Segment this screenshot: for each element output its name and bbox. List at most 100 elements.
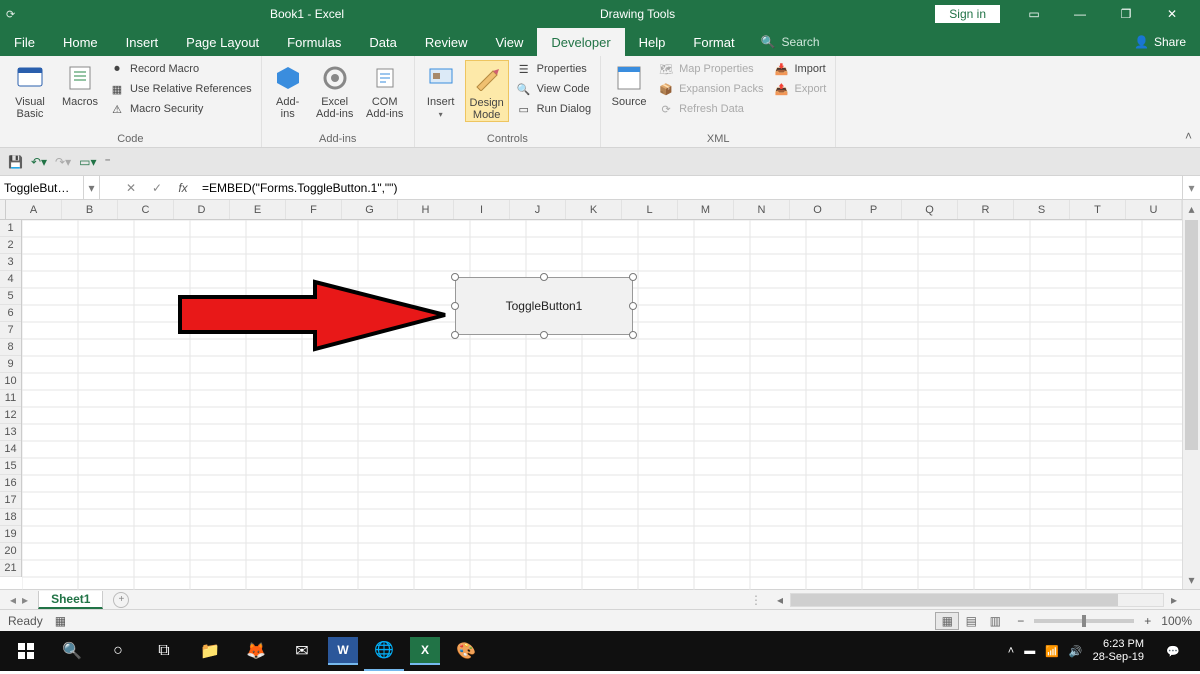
tab-data[interactable]: Data [355,28,410,56]
touch-mode-icon[interactable]: ▭▾ [79,155,96,169]
row-header-14[interactable]: 14 [0,441,21,458]
column-header-O[interactable]: O [790,200,846,219]
collapse-ribbon-button[interactable]: ˄ [1185,129,1192,143]
togglebutton-object[interactable]: ToggleButton1 [452,274,636,338]
horizontal-scrollbar[interactable]: ⋮ ◂ ▸ [750,590,1200,609]
row-header-1[interactable]: 1 [0,220,21,237]
column-header-A[interactable]: A [6,200,62,219]
worksheet-grid[interactable]: ABCDEFGHIJKLMNOPQRSTU 123456789101112131… [0,200,1200,589]
taskbar-search-icon[interactable]: 🔍 [52,631,92,671]
row-header-11[interactable]: 11 [0,390,21,407]
xml-import-button[interactable]: 📥Import [770,60,829,78]
tray-clock[interactable]: 6:23 PM 28-Sep-19 [1093,638,1144,664]
column-header-T[interactable]: T [1070,200,1126,219]
tab-nav-last[interactable]: ▸ [22,593,28,607]
restore-button[interactable]: ❐ [1104,0,1148,28]
column-header-J[interactable]: J [510,200,566,219]
row-header-3[interactable]: 3 [0,254,21,271]
name-box[interactable]: ToggleBut… [0,176,84,199]
chrome-icon[interactable]: 🌐 [364,631,404,671]
addins-button[interactable]: Add- ins [268,60,308,120]
excel-taskbar-icon[interactable]: X [410,637,440,665]
com-addins-button[interactable]: COM Add-ins [362,60,408,120]
handle-n[interactable] [540,273,548,281]
zoom-level[interactable]: 100% [1161,614,1192,628]
macro-security-button[interactable]: ⚠Macro Security [106,100,255,118]
xml-source-button[interactable]: Source [607,60,651,108]
page-break-view-button[interactable]: ▥ [983,612,1007,630]
normal-view-button[interactable]: ▦ [935,612,959,630]
row-header-21[interactable]: 21 [0,560,21,577]
column-header-M[interactable]: M [678,200,734,219]
togglebutton-face[interactable]: ToggleButton1 [455,277,633,335]
run-dialog-button[interactable]: ▭Run Dialog [513,100,594,118]
name-box-dropdown[interactable]: ▾ [84,176,100,199]
new-sheet-button[interactable]: + [113,592,129,608]
row-header-18[interactable]: 18 [0,509,21,526]
row-header-16[interactable]: 16 [0,475,21,492]
row-header-15[interactable]: 15 [0,458,21,475]
tab-developer[interactable]: Developer [537,28,624,56]
column-header-R[interactable]: R [958,200,1014,219]
task-view-icon[interactable]: ⧉ [144,631,184,671]
tell-me-search[interactable]: 🔍 Search [749,28,832,56]
handle-se[interactable] [629,331,637,339]
save-icon[interactable]: 💾 [8,155,23,169]
cortana-icon[interactable]: ○ [98,631,138,671]
column-header-Q[interactable]: Q [902,200,958,219]
tab-view[interactable]: View [481,28,537,56]
battery-icon[interactable]: ▬ [1024,645,1035,657]
row-header-9[interactable]: 9 [0,356,21,373]
formula-input[interactable]: =EMBED("Forms.ToggleButton.1","") [196,176,1182,199]
action-center-icon[interactable]: 💬 [1154,633,1192,669]
row-header-2[interactable]: 2 [0,237,21,254]
column-header-B[interactable]: B [62,200,118,219]
tab-file[interactable]: File [0,28,49,56]
column-header-H[interactable]: H [398,200,454,219]
horizontal-scroll-thumb[interactable] [791,594,1118,606]
enter-formula-button[interactable]: ✓ [144,176,170,199]
tab-review[interactable]: Review [411,28,482,56]
design-mode-button[interactable]: Design Mode [465,60,509,122]
scroll-down-button[interactable]: ▾ [1183,571,1200,589]
autosave-icon[interactable]: ⟳ [6,8,15,21]
minimize-button[interactable]: — [1058,0,1102,28]
close-button[interactable]: ✕ [1150,0,1194,28]
tab-insert[interactable]: Insert [112,28,173,56]
row-header-17[interactable]: 17 [0,492,21,509]
row-header-13[interactable]: 13 [0,424,21,441]
scroll-left-button[interactable]: ◂ [772,592,788,608]
tray-chevron-icon[interactable]: ˄ [1008,645,1014,657]
handle-e[interactable] [629,302,637,310]
volume-icon[interactable]: 🔊 [1069,645,1083,658]
row-header-5[interactable]: 5 [0,288,21,305]
row-header-10[interactable]: 10 [0,373,21,390]
row-header-12[interactable]: 12 [0,407,21,424]
column-header-E[interactable]: E [230,200,286,219]
file-explorer-icon[interactable]: 📁 [190,631,230,671]
macro-recorder-icon[interactable]: ▦ [55,614,66,628]
tab-format[interactable]: Format [679,28,748,56]
handle-s[interactable] [540,331,548,339]
column-header-P[interactable]: P [846,200,902,219]
expand-formula-bar-button[interactable]: ▾ [1182,176,1200,199]
column-header-K[interactable]: K [566,200,622,219]
column-header-N[interactable]: N [734,200,790,219]
row-header-20[interactable]: 20 [0,543,21,560]
row-header-4[interactable]: 4 [0,271,21,288]
handle-ne[interactable] [629,273,637,281]
word-icon[interactable]: W [328,637,358,665]
tab-help[interactable]: Help [625,28,680,56]
vertical-scroll-thumb[interactable] [1185,220,1198,450]
wifi-icon[interactable]: 📶 [1045,645,1059,658]
column-header-U[interactable]: U [1126,200,1182,219]
visual-basic-button[interactable]: Visual Basic [6,60,54,120]
column-header-S[interactable]: S [1014,200,1070,219]
xml-export-button[interactable]: 📤Export [770,80,829,98]
macros-button[interactable]: Macros [58,60,102,108]
tab-formulas[interactable]: Formulas [273,28,355,56]
scroll-right-button[interactable]: ▸ [1166,592,1182,608]
page-layout-view-button[interactable]: ▤ [959,612,983,630]
ribbon-display-options-button[interactable]: ▭ [1012,0,1056,28]
refresh-data-button[interactable]: ⟳Refresh Data [655,100,766,118]
